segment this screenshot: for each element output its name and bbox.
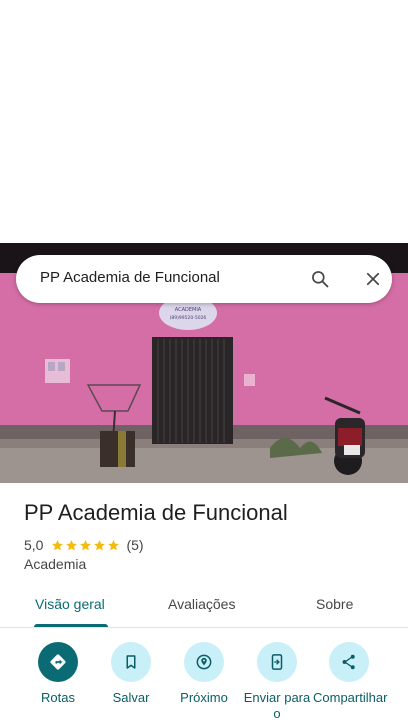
star-icon — [80, 539, 92, 550]
save-button[interactable]: Salvar — [91, 642, 171, 706]
search-icon[interactable] — [304, 263, 336, 295]
nearby-label: Próximo — [180, 690, 228, 705]
tab-bar: Visão geral Avaliações Sobre — [0, 586, 408, 628]
star-icon — [52, 539, 64, 550]
star-rating — [51, 539, 120, 552]
sign-text-2: (89)99520-5026 — [170, 315, 207, 321]
map-blank-area — [0, 0, 408, 243]
search-bar[interactable]: PP Academia de Funcional — [16, 255, 392, 303]
share-label: Compartilhar — [313, 690, 388, 705]
rating-value: 5,0 — [24, 537, 44, 553]
tab-about[interactable]: Sobre — [316, 596, 353, 612]
star-icon — [94, 539, 106, 550]
sign-text-1: ACADEMIA — [175, 307, 202, 313]
star-icon — [108, 539, 120, 550]
save-label: Salvar — [112, 690, 150, 705]
tab-reviews[interactable]: Avaliações — [168, 596, 235, 612]
send-to-phone-label: Enviar para o — [243, 690, 311, 721]
directions-icon — [38, 642, 78, 682]
nearby-icon — [184, 642, 224, 682]
action-bar: Rotas Salvar Próximo Enviar para o Compa… — [0, 636, 408, 726]
nearby-button[interactable]: Próximo — [164, 642, 244, 706]
place-title: PP Academia de Funcional — [24, 500, 288, 525]
directions-label: Rotas — [41, 690, 75, 705]
review-count: (5) — [126, 537, 144, 553]
place-category: Academia — [24, 556, 87, 572]
close-icon[interactable] — [357, 263, 389, 295]
directions-button[interactable]: Rotas — [18, 642, 98, 706]
share-button[interactable]: Compartilhar — [309, 642, 389, 706]
send-to-phone-icon — [257, 642, 297, 682]
bookmark-icon — [111, 642, 151, 682]
search-input[interactable]: PP Academia de Funcional — [40, 269, 220, 286]
tab-overview[interactable]: Visão geral — [35, 596, 105, 612]
send-to-phone-button[interactable]: Enviar para o — [237, 642, 317, 722]
active-tab-indicator — [34, 624, 108, 627]
rating-row[interactable]: 5,0 (5) — [24, 536, 144, 554]
share-icon — [329, 642, 369, 682]
star-icon — [66, 539, 78, 550]
